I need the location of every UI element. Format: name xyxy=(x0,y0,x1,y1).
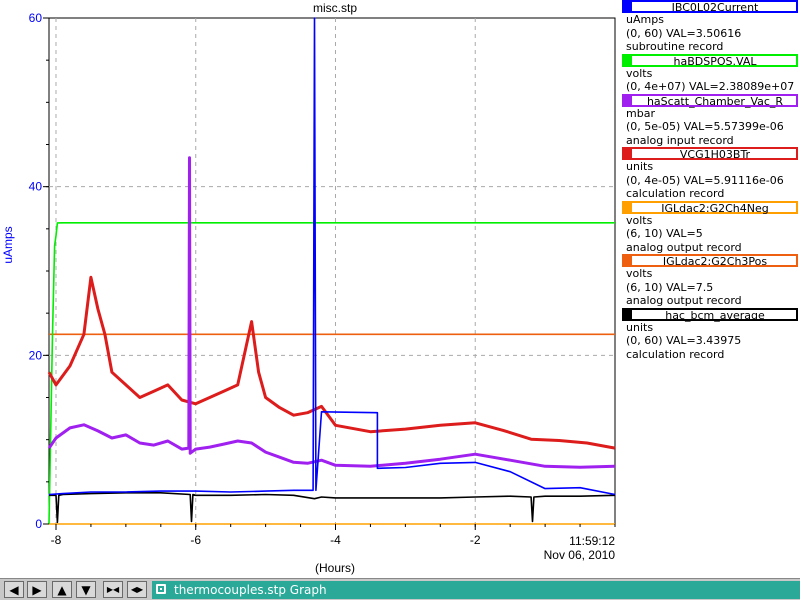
legend-value-line: (0, 4e-05) VAL=5.91116e-06 xyxy=(626,173,784,187)
taskbar-window-title: thermocouples.stp Graph xyxy=(174,583,327,597)
legend-color-swatch xyxy=(624,149,632,158)
legend-unit: units xyxy=(626,320,654,334)
plot-area xyxy=(48,17,616,525)
legend-pv-name: hac_bcm_average xyxy=(665,308,765,322)
legend-pv-name: IGLdac2:G2Ch3Pos xyxy=(662,255,768,268)
y-tick-label: 0 xyxy=(35,517,42,531)
legend-name-box: haScatt_Chamber_Vac_R xyxy=(622,93,798,108)
legend-entry[interactable]: IGLdac2:G2Ch4Neg volts (6, 10) VAL=5 analog… xyxy=(620,200,800,255)
legend-pv-name: VCG1H03BTr xyxy=(679,148,751,161)
legend-color-swatch xyxy=(624,2,632,11)
legend-name-box: IBC0L02Current xyxy=(622,0,798,14)
date-label: Nov 06, 2010 xyxy=(544,548,616,562)
legend-entry[interactable]: haBDSPOS.VAL volts (0, 4e+07) VAL=2.38089e… xyxy=(620,53,800,94)
legend-record: analog input record xyxy=(626,133,734,147)
legend-entry[interactable]: hac_bcm_averageunits (0, 60) VAL=3.43975 c… xyxy=(620,307,800,362)
legend-unit: units xyxy=(626,160,654,173)
taskbar: ◀ ▶ ▲ ▼ ▶◀ ◀▶ thermocouples.stp Graph xyxy=(0,578,800,600)
zoom-out-button[interactable]: ◀▶ xyxy=(127,581,147,598)
legend-color-swatch xyxy=(624,55,632,65)
legend-record: calculation record xyxy=(626,187,725,200)
down-arrow-button[interactable]: ▼ xyxy=(76,581,96,598)
legend-record: subroutine record xyxy=(626,40,724,53)
legend-name-box: haBDSPOS.VAL xyxy=(622,53,798,68)
strip-chart: -8 -6 -4 -2 0 20 40 60 misc.stp uAmps (Hours) 1… xyxy=(1,1,616,575)
legend-color-swatch xyxy=(624,95,632,105)
legend-value-line: (0, 5e-05) VAL=5.57399e-06 xyxy=(626,120,784,133)
legend-unit: volts xyxy=(626,66,653,80)
legend-value-line: (6, 10) VAL=5 xyxy=(626,227,703,240)
legend-unit: volts xyxy=(626,267,653,280)
up-arrow-button[interactable]: ▲ xyxy=(52,581,72,598)
x-tick-label: -6 xyxy=(190,533,201,547)
legend-pv-name: haScatt_Chamber_Vac_R xyxy=(646,94,784,108)
x-axis-label: (Hours) xyxy=(315,561,355,575)
x-tick-label: -8 xyxy=(51,533,62,547)
x-tick-label: -4 xyxy=(330,533,341,547)
legend-name-box: IGLdac2:G2Ch3Pos xyxy=(622,254,798,268)
legend-name-box: VCG1H03BTr xyxy=(622,147,798,161)
legend-unit: volts xyxy=(626,213,653,227)
legend-record: analog output record xyxy=(626,294,742,307)
legend-name-box: hac_bcm_average xyxy=(622,307,798,322)
left-arrow-button[interactable]: ◀ xyxy=(4,581,24,598)
legend-value-line: (0, 60) VAL=3.43975 xyxy=(626,334,742,347)
zoom-in-button[interactable]: ▶◀ xyxy=(103,581,123,598)
plot-frame xyxy=(48,17,616,525)
legend-entry[interactable]: IGLdac2:G2Ch3Pos volts (6, 10) VAL=7.5 anal… xyxy=(620,254,800,308)
legend-unit: uAmps xyxy=(626,13,664,26)
y-tick-label: 20 xyxy=(29,348,43,362)
legend-color-swatch xyxy=(624,309,632,319)
legend-entry[interactable]: haScatt_Chamber_Vac_R mbar (0, 5e-05) VAL=… xyxy=(620,93,800,148)
chart-title: misc.stp xyxy=(313,1,357,15)
legend-pv-name: haBDSPOS.VAL xyxy=(673,54,757,68)
legend-entry[interactable]: VCG1H03BTr units (0, 4e-05) VAL=5.91116e-0… xyxy=(620,147,800,201)
y-tick-label: 60 xyxy=(29,11,43,25)
window-icon xyxy=(156,584,166,594)
legend-unit: mbar xyxy=(626,106,655,120)
legend-name-box: IGLdac2:G2Ch4Neg xyxy=(622,200,798,215)
y-axis-label: uAmps xyxy=(1,226,15,263)
legend-color-swatch xyxy=(624,256,632,265)
legend-value-line: (0, 60) VAL=3.50616 xyxy=(626,26,742,40)
legend-pv-name: IBC0L02Current xyxy=(671,1,759,14)
y-tick-label: 40 xyxy=(29,180,43,194)
legend-record: analog output record xyxy=(626,240,742,254)
legend-value-line: (6, 10) VAL=7.5 xyxy=(626,280,714,294)
legend-panel: IBC0L02Current uAmps (0, 60) VAL=3.50616 su… xyxy=(620,0,800,361)
legend-value-line: (0, 4e+07) VAL=2.38089e+07 xyxy=(626,80,795,93)
right-arrow-button[interactable]: ▶ xyxy=(27,581,47,598)
taskbar-window-thermocouples[interactable]: thermocouples.stp Graph xyxy=(152,581,800,599)
time-label: 11:59:12 xyxy=(569,534,615,548)
legend-pv-name: IGLdac2:G2Ch4Neg xyxy=(661,201,769,215)
legend-record: calculation record xyxy=(626,347,725,361)
legend-color-swatch xyxy=(624,202,632,212)
x-tick-label: -2 xyxy=(470,533,481,547)
legend-entry[interactable]: IBC0L02Current uAmps (0, 60) VAL=3.50616 su… xyxy=(620,0,800,54)
